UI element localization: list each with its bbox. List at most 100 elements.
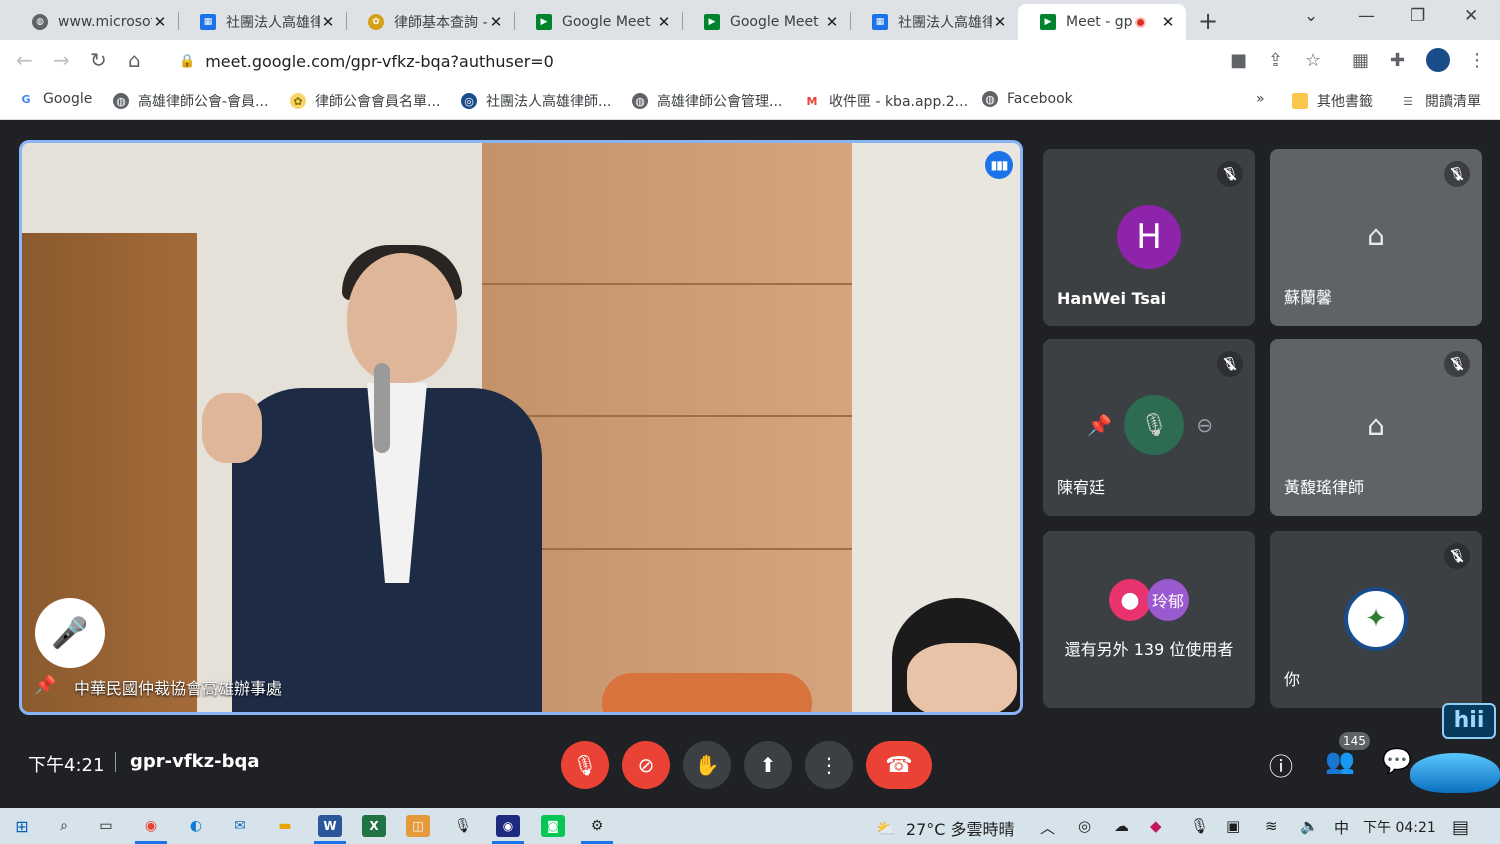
windows-start-icon[interactable]: ⊞ (10, 815, 34, 837)
bookmark-item[interactable]: ✿ 律師公會會員名單... (290, 91, 440, 111)
participant-count-badge: 145 (1339, 732, 1370, 750)
address-bar[interactable]: 🔒 meet.google.com/gpr-vfkz-bqa?authuser=… (165, 44, 1215, 78)
browser-tab[interactable]: ▶ Google Meet ✕ (514, 4, 682, 40)
bookmark-item[interactable]: ◍ 高雄律師公會-會員... (113, 91, 268, 111)
line-icon[interactable]: ◙ (541, 815, 565, 837)
tab-search-icon[interactable]: ⌄ (1304, 6, 1318, 26)
weather-text: 27°C 多雲時晴 (905, 820, 1015, 839)
seal-icon: ◎ (461, 93, 477, 109)
others-tile[interactable]: ● 玲郁 還有另外 139 位使用者 (1043, 531, 1255, 708)
video-audience-face (907, 643, 1017, 712)
back-icon[interactable]: ← (16, 48, 33, 72)
onedrive-icon[interactable]: ☁ (1114, 817, 1129, 835)
meeting-code: gpr-vfkz-bqa (130, 751, 260, 772)
main-speaker-avatar: 🎤 (35, 598, 105, 668)
leave-call-button[interactable]: ☎ (866, 741, 932, 789)
main-speaker-video[interactable]: ▮▮▮ 🎤 📌 中華民國仲裁協會高雄辦事處 (19, 140, 1023, 715)
people-icon[interactable]: 👥 (1325, 747, 1355, 775)
close-icon[interactable]: ✕ (824, 13, 840, 31)
browser-tab[interactable]: ▦ 社團法人高雄律 ✕ (850, 4, 1018, 40)
meet-now-icon[interactable]: ◎ (1078, 817, 1091, 835)
search-icon[interactable]: ⌕ (52, 815, 76, 837)
notifications-icon[interactable]: ▤ (1452, 817, 1469, 838)
participant-tile[interactable]: 🎙 ⌂ 黃馥瑤律師 (1270, 339, 1482, 516)
close-icon[interactable]: ✕ (992, 13, 1008, 31)
close-icon[interactable]: ✕ (656, 13, 672, 31)
close-icon[interactable]: ✕ (320, 13, 336, 31)
camera-indicator-icon[interactable]: ■ (1230, 50, 1247, 71)
gmail-icon: M (806, 94, 818, 108)
speaking-indicator-icon: ▮▮▮ (985, 151, 1013, 179)
browser-tab[interactable]: ✿ 律師基本查詢 - ✕ (346, 4, 514, 40)
camera-toggle-button[interactable]: ⊘ (622, 741, 670, 789)
bookmarks-overflow-button[interactable]: » (1256, 91, 1265, 107)
display-icon[interactable]: ▣ (1226, 817, 1240, 835)
other-bookmarks-label: 其他書籤 (1317, 94, 1373, 110)
photos-icon[interactable]: ◫ (406, 815, 430, 837)
other-bookmarks-button[interactable]: 其他書籤 (1292, 91, 1373, 111)
emblem-icon: ✿ (368, 14, 384, 30)
app-tray-icon[interactable]: ◆ (1150, 817, 1162, 835)
browser-tab-active[interactable]: ▶ Meet - gp ✕ (1018, 4, 1186, 40)
reading-list-button[interactable]: ☰ 閱讀清單 (1400, 91, 1481, 111)
browser-tab[interactable]: ◍ www.microsof ✕ (10, 4, 178, 40)
present-button[interactable]: ⬆ (744, 741, 792, 789)
window-close-icon[interactable]: ✕ (1464, 6, 1478, 26)
close-icon[interactable]: ✕ (488, 13, 504, 31)
weather-widget[interactable]: ⛅ 27°C 多雲時晴 (876, 816, 1015, 840)
bookmark-item[interactable]: M 收件匣 - kba.app.2... (804, 91, 969, 111)
bookmark-item[interactable]: ◍ 高雄律師公會管理... (632, 91, 782, 111)
apps-grid-icon[interactable]: ▦ (1352, 50, 1369, 71)
menu-kebab-icon[interactable]: ⋮ (1468, 50, 1486, 71)
home-icon[interactable]: ⌂ (128, 48, 141, 72)
raise-hand-button[interactable]: ✋ (683, 741, 731, 789)
file-explorer-icon[interactable]: ▬ (273, 815, 297, 837)
settings-gear-icon[interactable]: ⚙ (581, 815, 613, 844)
participant-tile[interactable]: 🎙 H HanWei Tsai (1043, 149, 1255, 326)
ime-indicator[interactable]: 中 (1334, 817, 1349, 838)
profile-avatar[interactable] (1426, 48, 1450, 72)
self-tile[interactable]: 🎙 ✦ 你 (1270, 531, 1482, 708)
excel-icon[interactable]: X (362, 815, 386, 837)
show-hidden-icons[interactable]: ︿ (1040, 817, 1055, 838)
pin-icon[interactable]: 📌 (1087, 413, 1112, 437)
browser-tab[interactable]: ▦ 社團法人高雄律 ✕ (178, 4, 346, 40)
recorder-icon[interactable]: 🎙 (451, 815, 475, 837)
wifi-icon[interactable]: ≋ (1265, 817, 1278, 835)
mute-participant-icon[interactable]: 🎙 (1124, 395, 1185, 455)
close-icon[interactable]: ✕ (1160, 13, 1176, 31)
share-icon[interactable]: ⇪ (1268, 50, 1283, 71)
bookmark-item[interactable]: G Google (18, 91, 92, 107)
taskbar-clock[interactable]: 下午 04:21 (1363, 817, 1436, 837)
hand-icon: ✋ (694, 753, 720, 777)
close-icon[interactable]: ✕ (152, 13, 168, 31)
mail-icon[interactable]: ✉ (228, 815, 252, 837)
reload-icon[interactable]: ↻ (90, 48, 107, 72)
task-view-icon[interactable]: ▭ (94, 815, 118, 837)
bookmark-item[interactable]: ◍ Facebook (982, 91, 1073, 107)
extensions-icon[interactable]: ✚ (1390, 50, 1405, 71)
more-options-button[interactable]: ⋮ (805, 741, 853, 789)
mic-toggle-button[interactable]: 🎙 (561, 741, 609, 789)
emblem-icon: ✿ (290, 93, 306, 109)
minimize-icon[interactable]: — (1358, 6, 1375, 26)
edge-icon[interactable]: ◐ (184, 815, 208, 837)
bookmark-label: 收件匣 - kba.app.2... (829, 94, 969, 110)
participant-tile[interactable]: 🎙 ⌂ 蘇蘭馨 (1270, 149, 1482, 326)
bookmark-item[interactable]: ◎ 社團法人高雄律師... (461, 91, 611, 111)
volume-icon[interactable]: 🔈 (1300, 817, 1319, 835)
restore-icon[interactable]: ❐ (1410, 6, 1425, 26)
new-tab-button[interactable]: + (1198, 7, 1218, 35)
star-icon[interactable]: ☆ (1305, 50, 1321, 71)
meeting-info-icon[interactable]: ⓘ (1269, 747, 1293, 782)
chrome-icon[interactable]: ◉ (135, 815, 167, 844)
forward-icon[interactable]: → (53, 48, 70, 72)
participant-tile[interactable]: 🎙 📌 🎙 ⊖ 陳宥廷 (1043, 339, 1255, 516)
chat-icon[interactable]: 💬 (1382, 747, 1412, 775)
browser-tab[interactable]: ▶ Google Meet ✕ (682, 4, 850, 40)
remove-icon[interactable]: ⊖ (1196, 413, 1213, 437)
pin-icon[interactable]: 📌 (34, 675, 56, 696)
zoom-icon[interactable]: ◉ (492, 815, 524, 844)
microphone-tray-icon[interactable]: 🎙 (1190, 817, 1209, 835)
word-icon[interactable]: W (314, 815, 346, 844)
